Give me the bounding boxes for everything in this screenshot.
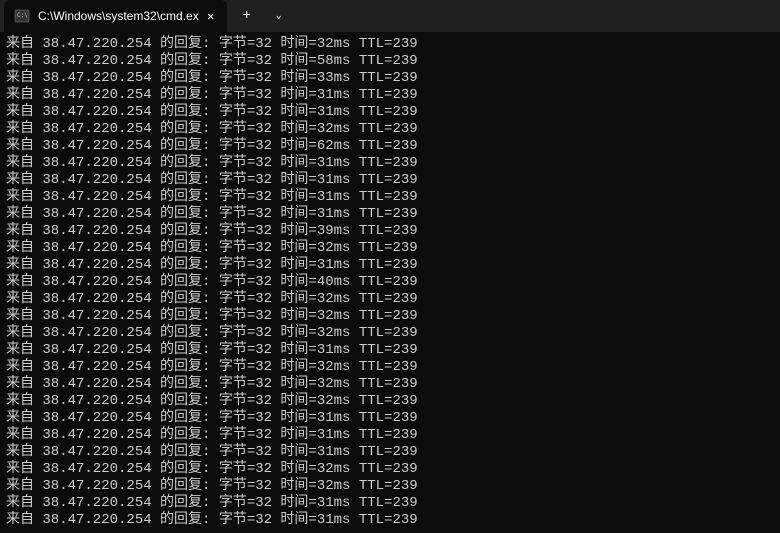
ping-line: 来自 38.47.220.254 的回复: 字节=32 时间=32ms TTL=… bbox=[6, 121, 774, 138]
ping-line: 来自 38.47.220.254 的回复: 字节=32 时间=39ms TTL=… bbox=[6, 223, 774, 240]
ping-line: 来自 38.47.220.254 的回复: 字节=32 时间=32ms TTL=… bbox=[6, 478, 774, 495]
ping-line: 来自 38.47.220.254 的回复: 字节=32 时间=31ms TTL=… bbox=[6, 444, 774, 461]
ping-line: 来自 38.47.220.254 的回复: 字节=32 时间=31ms TTL=… bbox=[6, 410, 774, 427]
ping-line: 来自 38.47.220.254 的回复: 字节=32 时间=32ms TTL=… bbox=[6, 36, 774, 53]
ping-line: 来自 38.47.220.254 的回复: 字节=32 时间=31ms TTL=… bbox=[6, 172, 774, 189]
ping-line: 来自 38.47.220.254 的回复: 字节=32 时间=58ms TTL=… bbox=[6, 53, 774, 70]
svg-text:C:\: C:\ bbox=[17, 12, 28, 19]
ping-line: 来自 38.47.220.254 的回复: 字节=32 时间=32ms TTL=… bbox=[6, 393, 774, 410]
ping-line: 来自 38.47.220.254 的回复: 字节=32 时间=31ms TTL=… bbox=[6, 427, 774, 444]
ping-line: 来自 38.47.220.254 的回复: 字节=32 时间=31ms TTL=… bbox=[6, 104, 774, 121]
ping-line: 来自 38.47.220.254 的回复: 字节=32 时间=40ms TTL=… bbox=[6, 274, 774, 291]
ping-line: 来自 38.47.220.254 的回复: 字节=32 时间=31ms TTL=… bbox=[6, 189, 774, 206]
ping-line: 来自 38.47.220.254 的回复: 字节=32 时间=31ms TTL=… bbox=[6, 155, 774, 172]
tab-title: C:\Windows\system32\cmd.ex bbox=[38, 9, 199, 23]
ping-line: 来自 38.47.220.254 的回复: 字节=32 时间=32ms TTL=… bbox=[6, 325, 774, 342]
close-icon[interactable]: ✕ bbox=[203, 8, 219, 24]
ping-line: 来自 38.47.220.254 的回复: 字节=32 时间=31ms TTL=… bbox=[6, 512, 774, 529]
ping-line: 来自 38.47.220.254 的回复: 字节=32 时间=32ms TTL=… bbox=[6, 291, 774, 308]
ping-line: 来自 38.47.220.254 的回复: 字节=32 时间=31ms TTL=… bbox=[6, 257, 774, 274]
ping-line: 来自 38.47.220.254 的回复: 字节=32 时间=32ms TTL=… bbox=[6, 308, 774, 325]
terminal-output[interactable]: 来自 38.47.220.254 的回复: 字节=32 时间=32ms TTL=… bbox=[0, 32, 780, 533]
ping-line: 来自 38.47.220.254 的回复: 字节=32 时间=32ms TTL=… bbox=[6, 240, 774, 257]
ping-line: 来自 38.47.220.254 的回复: 字节=32 时间=33ms TTL=… bbox=[6, 70, 774, 87]
ping-line: 来自 38.47.220.254 的回复: 字节=32 时间=31ms TTL=… bbox=[6, 342, 774, 359]
cmd-icon: C:\ bbox=[14, 8, 30, 24]
tab-cmd[interactable]: C:\ C:\Windows\system32\cmd.ex ✕ bbox=[4, 0, 227, 32]
dropdown-icon[interactable]: ⌄ bbox=[263, 0, 295, 32]
ping-line: 来自 38.47.220.254 的回复: 字节=32 时间=62ms TTL=… bbox=[6, 138, 774, 155]
ping-line: 来自 38.47.220.254 的回复: 字节=32 时间=31ms TTL=… bbox=[6, 87, 774, 104]
ping-line: 来自 38.47.220.254 的回复: 字节=32 时间=32ms TTL=… bbox=[6, 359, 774, 376]
ping-line: 来自 38.47.220.254 的回复: 字节=32 时间=32ms TTL=… bbox=[6, 376, 774, 393]
ping-line: 来自 38.47.220.254 的回复: 字节=32 时间=32ms TTL=… bbox=[6, 461, 774, 478]
titlebar: C:\ C:\Windows\system32\cmd.ex ✕ + ⌄ bbox=[0, 0, 780, 32]
new-tab-button[interactable]: + bbox=[231, 0, 263, 32]
ping-line: 来自 38.47.220.254 的回复: 字节=32 时间=31ms TTL=… bbox=[6, 206, 774, 223]
ping-line: 来自 38.47.220.254 的回复: 字节=32 时间=31ms TTL=… bbox=[6, 495, 774, 512]
